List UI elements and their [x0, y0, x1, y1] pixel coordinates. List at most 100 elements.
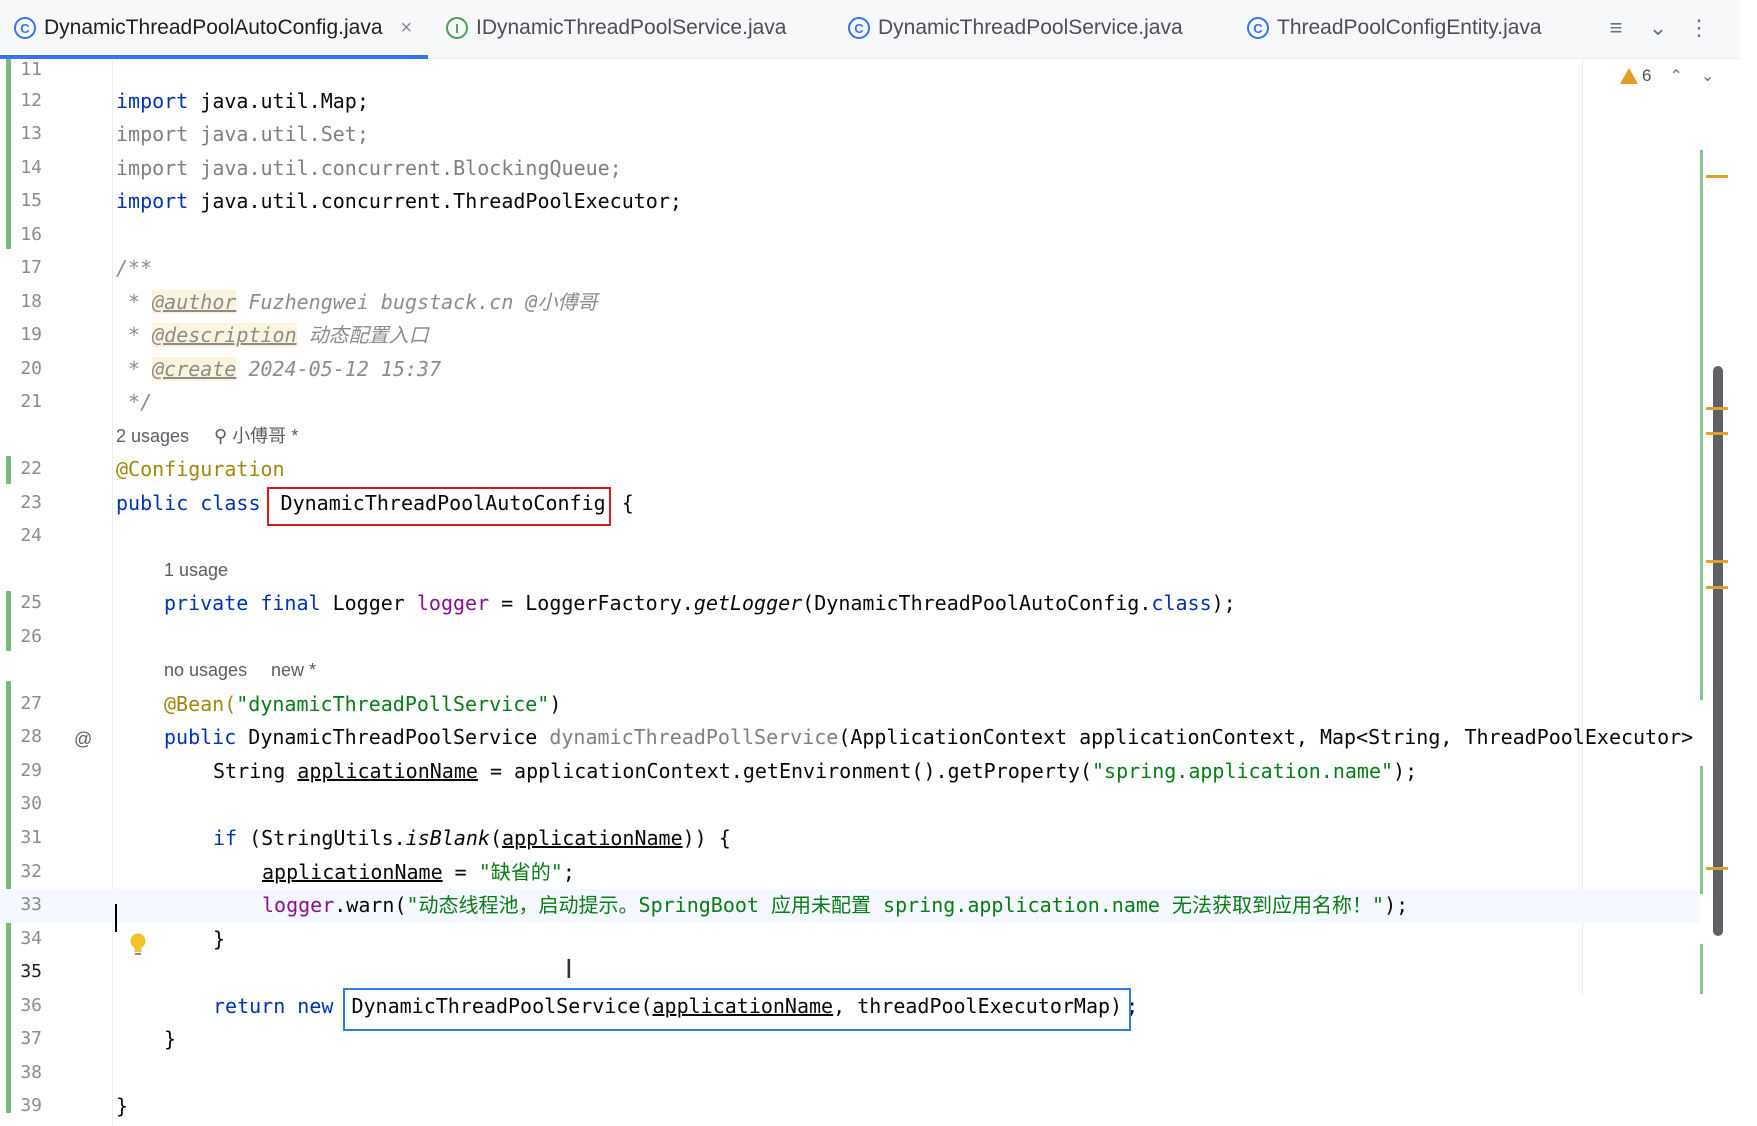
scrollbar-thumb[interactable]: [1713, 366, 1723, 936]
chevron-down-icon[interactable]: ⌄: [1645, 14, 1671, 42]
comment-segment: 动态配置入口: [296, 323, 429, 347]
usages-hint[interactable]: 2 usages: [116, 419, 189, 453]
author-name: 小傅哥 *: [232, 426, 299, 446]
keyword: import: [116, 89, 189, 113]
tab-list-icon[interactable]: ≡: [1603, 14, 1629, 42]
code-segment: (DynamicThreadPoolAutoConfig.: [802, 591, 1152, 615]
code-line[interactable]: 20 * @create 2024-05-12 15:37: [0, 352, 1700, 386]
code-line[interactable]: 29 String applicationName = applicationC…: [0, 754, 1700, 788]
code-line[interactable]: 16: [0, 218, 1700, 252]
warning-stripe-marker[interactable]: [1706, 560, 1728, 563]
javadoc-tag: @create: [152, 357, 237, 381]
code-line[interactable]: 14 import java.util.concurrent.BlockingQ…: [0, 151, 1700, 185]
lightbulb-icon[interactable]: [128, 932, 148, 958]
code-segment: =: [442, 860, 479, 884]
warning-stripe-marker[interactable]: [1706, 867, 1728, 870]
code-line[interactable]: 11: [0, 53, 1700, 87]
line-number: 33: [20, 894, 42, 915]
line-number: 31: [20, 827, 42, 848]
inspection-widget[interactable]: 6 ⌃ ⌄: [1620, 66, 1714, 86]
warning-count: 6: [1642, 66, 1652, 85]
code-segment: (StringUtils.: [249, 826, 406, 850]
code-text: import java.util.Set;: [116, 117, 369, 151]
field-name: logger: [416, 591, 490, 615]
close-icon[interactable]: ×: [401, 17, 413, 40]
code-line[interactable]: 22 @Configuration: [0, 452, 1700, 486]
keyword: class: [1151, 591, 1212, 615]
keyword: import: [116, 122, 189, 146]
usages-hint[interactable]: 1 usage: [164, 553, 228, 587]
code-line[interactable]: 24: [0, 519, 1700, 553]
code-line[interactable]: 19 * @description 动态配置入口: [0, 318, 1700, 352]
usages-hint[interactable]: no usages: [164, 653, 247, 687]
warning-stripe-marker[interactable]: [1706, 586, 1728, 589]
string-literal: "缺省的": [478, 860, 563, 884]
code-line[interactable]: 25 private final Logger logger = LoggerF…: [0, 586, 1700, 620]
code-line[interactable]: 28 public DynamicThreadPoolService dynam…: [0, 720, 1700, 754]
string-literal: "动态线程池，启动提示。SpringBoot 应用未配置 spring.appl…: [406, 893, 1385, 917]
tab-dynamic-thread-pool-auto-config[interactable]: C DynamicThreadPoolAutoConfig.java ×: [14, 0, 412, 56]
tab-thread-pool-config-entity[interactable]: C ThreadPoolConfigEntity.java: [1247, 0, 1542, 56]
warning-stripe-marker[interactable]: [1706, 175, 1728, 178]
code-line[interactable]: 39 }: [0, 1089, 1700, 1123]
previous-highlight-icon[interactable]: ⌃: [1669, 66, 1682, 86]
code-segment: );: [1393, 759, 1418, 783]
warning-stripe-marker[interactable]: [1706, 407, 1728, 410]
code-text: }: [164, 1027, 177, 1051]
code-line[interactable]: 21 */: [0, 385, 1700, 419]
code-line[interactable]: 18 * @author Fuzhengwei bugstack.cn @小傅哥: [0, 285, 1700, 319]
line-number: 15: [20, 190, 42, 211]
comment-segment: *: [116, 357, 153, 381]
code-segment: ): [549, 692, 562, 716]
comment-segment: *: [116, 290, 153, 314]
comment: */: [116, 390, 153, 414]
code-line[interactable]: 17 /**: [0, 251, 1700, 285]
line-number: 24: [20, 525, 42, 546]
line-number: 23: [20, 492, 42, 513]
tab-idynamic-thread-pool-service[interactable]: I IDynamicThreadPoolService.java: [446, 0, 786, 56]
inlay-hint-row: 1 usage: [0, 553, 1700, 587]
keyword: if: [213, 826, 250, 850]
warning-stripe-marker[interactable]: [1706, 432, 1728, 435]
code-line[interactable]: 23 public class DynamicThreadPoolAutoCon…: [0, 486, 1700, 520]
line-number: 39: [20, 1095, 42, 1116]
bean-gutter-icon[interactable]: @: [74, 729, 92, 750]
code-line[interactable]: 27 @Bean("dynamicThreadPollService"): [0, 687, 1700, 721]
comment: * @create 2024-05-12 15:37: [116, 352, 441, 386]
tab-dynamic-thread-pool-service[interactable]: C DynamicThreadPoolService.java: [848, 0, 1183, 56]
next-highlight-icon[interactable]: ⌄: [1701, 66, 1714, 86]
more-options-icon[interactable]: ⋮: [1686, 14, 1712, 42]
code-text: }: [116, 1094, 129, 1118]
method-name: isBlank: [405, 826, 490, 850]
keyword: public: [164, 725, 249, 749]
code-line[interactable]: 32 applicationName = "缺省的";: [0, 855, 1700, 889]
line-number: 37: [20, 1028, 42, 1049]
code-segment: java.util.Set;: [188, 122, 369, 146]
code-line[interactable]: 26: [0, 620, 1700, 654]
code-line[interactable]: 31 if (StringUtils.isBlank(applicationNa…: [0, 821, 1700, 855]
type-name: DynamicThreadPoolService: [248, 725, 550, 749]
line-number: 26: [20, 626, 42, 647]
code-text: String applicationName = applicationCont…: [213, 754, 1417, 788]
code-line[interactable]: 35: [0, 955, 1700, 989]
highlight-box-constructor-call: [343, 988, 1131, 1031]
code-line[interactable]: 33 logger.warn("动态线程池，启动提示。SpringBoot 应用…: [0, 888, 1700, 922]
code-line[interactable]: 38: [0, 1056, 1700, 1090]
tab-label: DynamicThreadPoolAutoConfig.java: [44, 16, 383, 39]
code-text: import java.util.concurrent.ThreadPoolEx…: [116, 184, 682, 218]
code-segment: (: [489, 826, 503, 850]
line-number: 11: [20, 59, 42, 80]
keyword: import: [116, 156, 189, 180]
code-segment: java.util.concurrent.ThreadPoolExecutor;: [188, 189, 682, 213]
code-line[interactable]: 34 }: [0, 922, 1700, 956]
code-line[interactable]: 12 import java.util.Map;: [0, 84, 1700, 118]
field-name: logger: [262, 893, 335, 917]
code-line[interactable]: 13 import java.util.Set;: [0, 117, 1700, 151]
author-hint[interactable]: ⚲ 小傅哥 *: [214, 419, 298, 453]
author-hint[interactable]: new *: [271, 653, 316, 687]
line-number: 25: [20, 592, 42, 613]
tab-label: DynamicThreadPoolService.java: [878, 16, 1183, 39]
keyword: return new: [213, 994, 346, 1018]
code-line[interactable]: 30: [0, 787, 1700, 821]
code-line[interactable]: 15 import java.util.concurrent.ThreadPoo…: [0, 184, 1700, 218]
